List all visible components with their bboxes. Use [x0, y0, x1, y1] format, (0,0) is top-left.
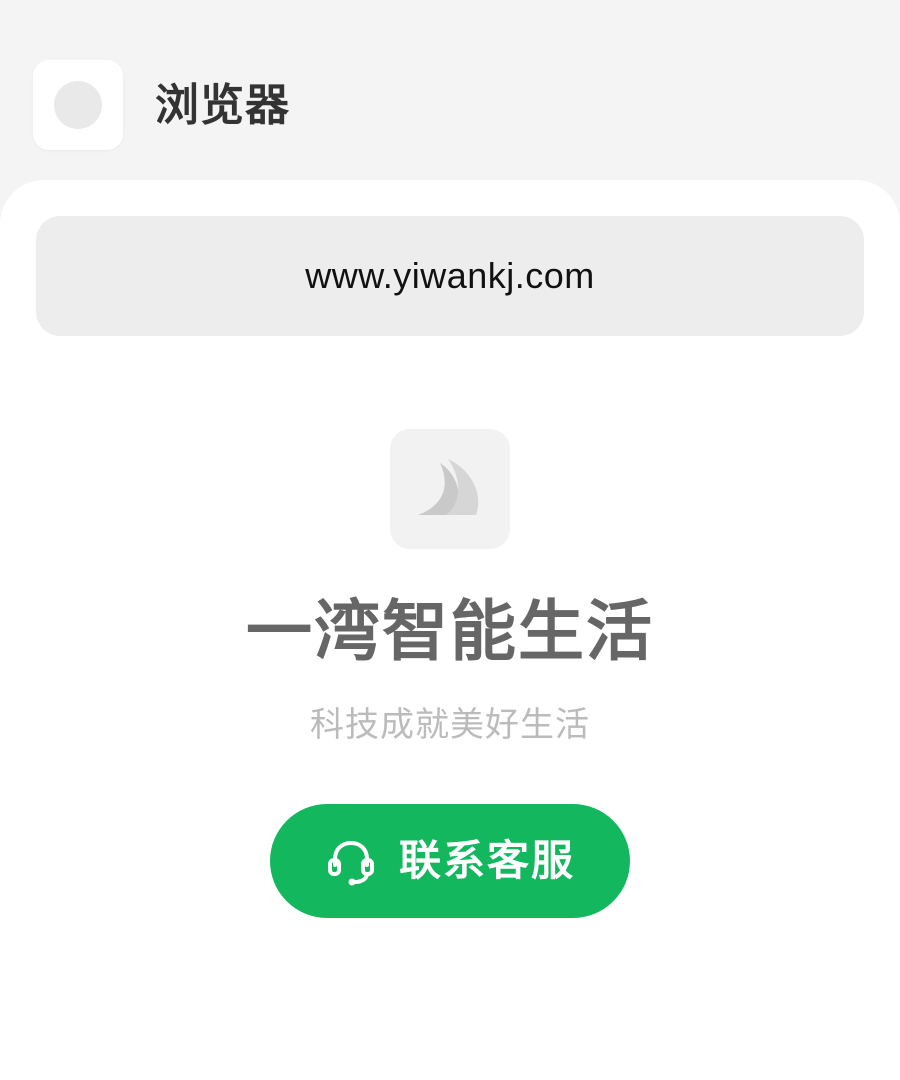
placeholder-circle-icon	[54, 81, 102, 129]
app-header: 浏览器	[0, 0, 900, 180]
road-logo-icon	[418, 459, 479, 515]
contact-support-label: 联系客服	[398, 836, 575, 885]
brand-logo	[390, 429, 510, 549]
app-icon	[33, 60, 123, 150]
url-text: www.yiwankj.com	[305, 255, 595, 296]
headset-icon	[327, 840, 374, 886]
content-sheet: www.yiwankj.com 一湾智能生活 科技成就美好生活 联系客服	[0, 180, 900, 1080]
app-name: 浏览器	[155, 80, 290, 131]
brand-subtitle: 科技成就美好生活	[310, 705, 590, 745]
page: 浏览器 www.yiwankj.com 一湾智能生活 科技成就美好生活 联系客服	[0, 0, 900, 1080]
contact-support-button[interactable]: 联系客服	[270, 804, 630, 918]
brand-title: 一湾智能生活	[246, 593, 654, 670]
url-bar[interactable]: www.yiwankj.com	[36, 216, 864, 336]
